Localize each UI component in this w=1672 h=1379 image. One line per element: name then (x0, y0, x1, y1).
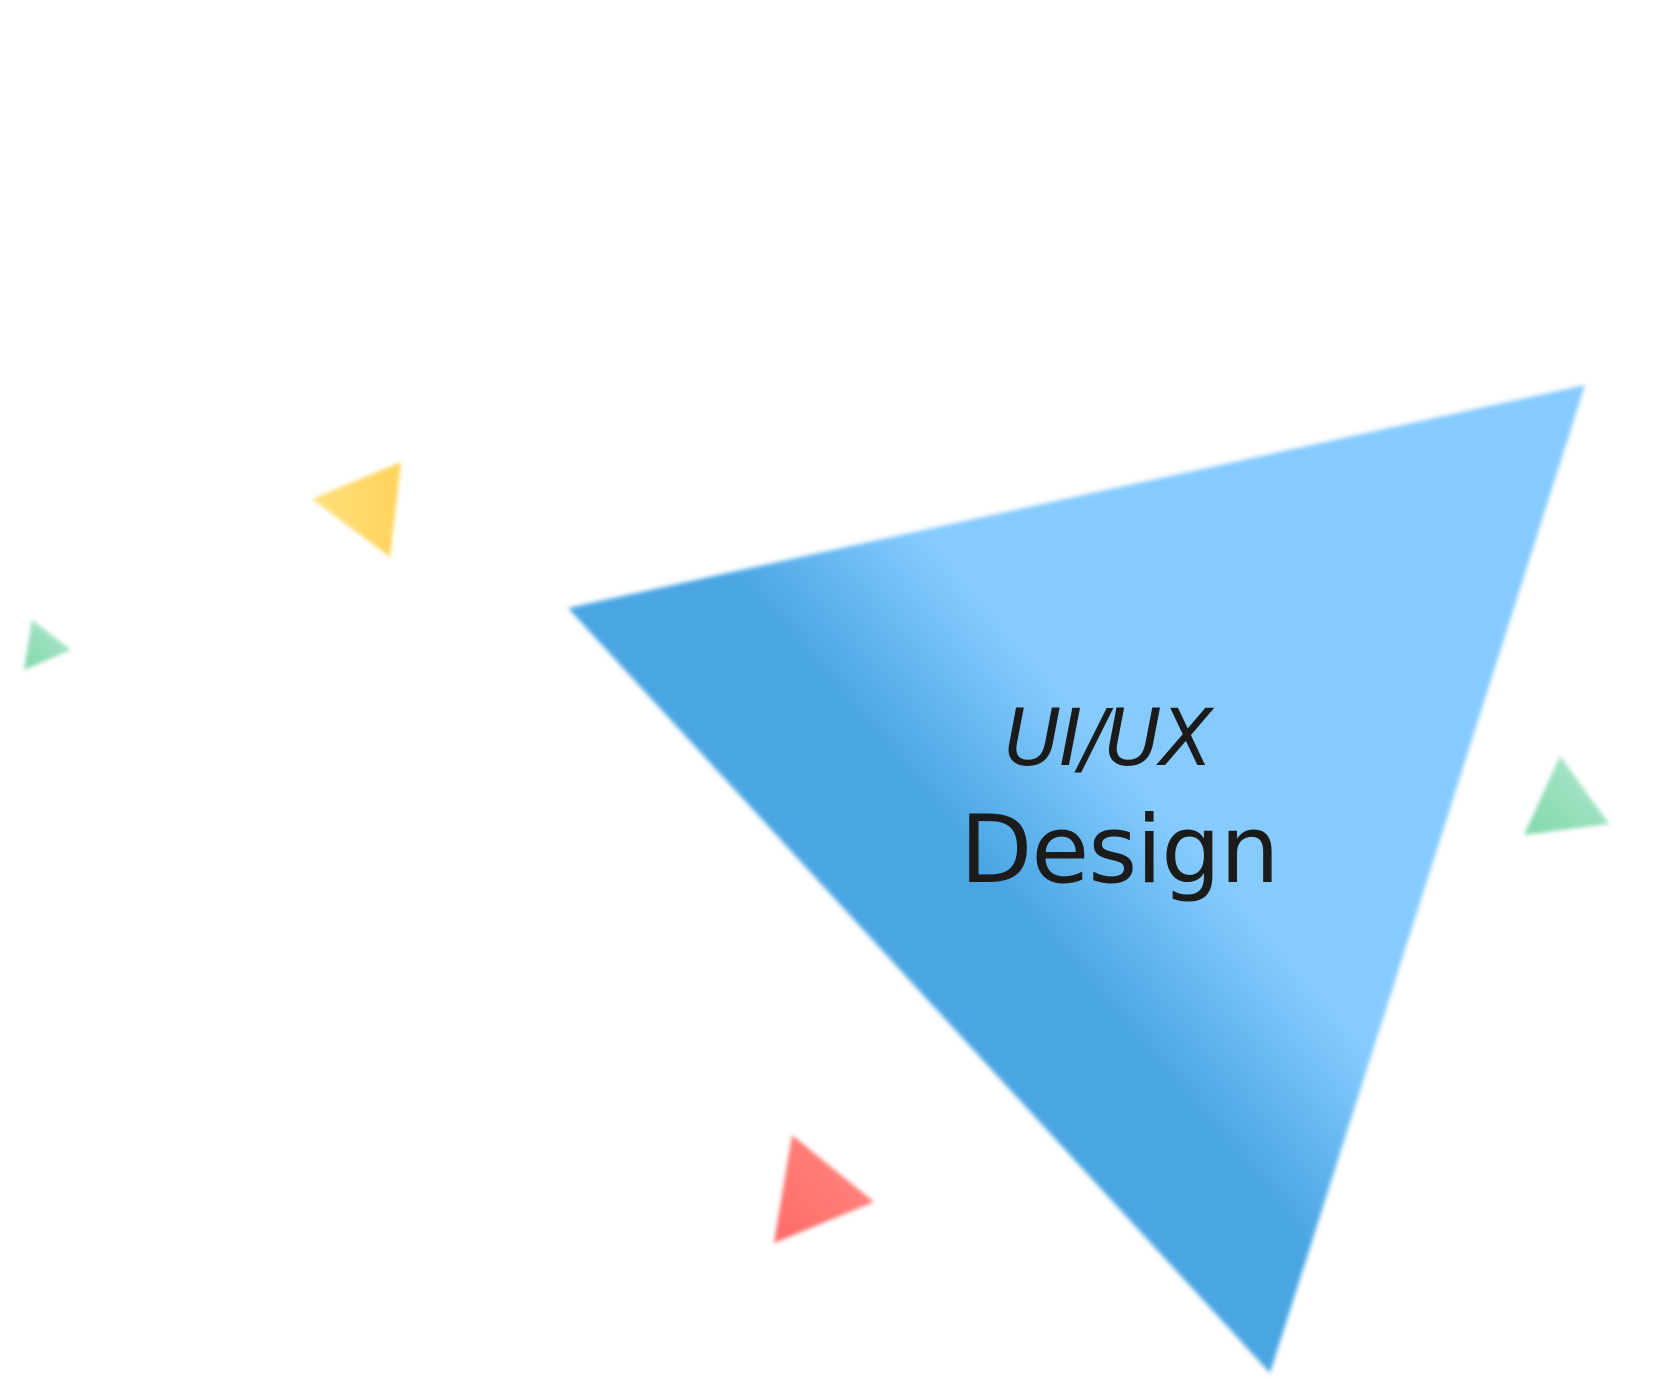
title-line-design: Design (960, 796, 1280, 905)
small-green-triangle-shape (24, 620, 71, 670)
hero-title: UI/UX Design (960, 700, 1290, 898)
title-line-uiux: UI/UX (1004, 694, 1213, 784)
red-triangle-shape (774, 1135, 874, 1243)
green-triangle-shape (1524, 756, 1609, 835)
yellow-triangle-shape (312, 462, 401, 557)
background-art (24, 385, 1609, 1373)
